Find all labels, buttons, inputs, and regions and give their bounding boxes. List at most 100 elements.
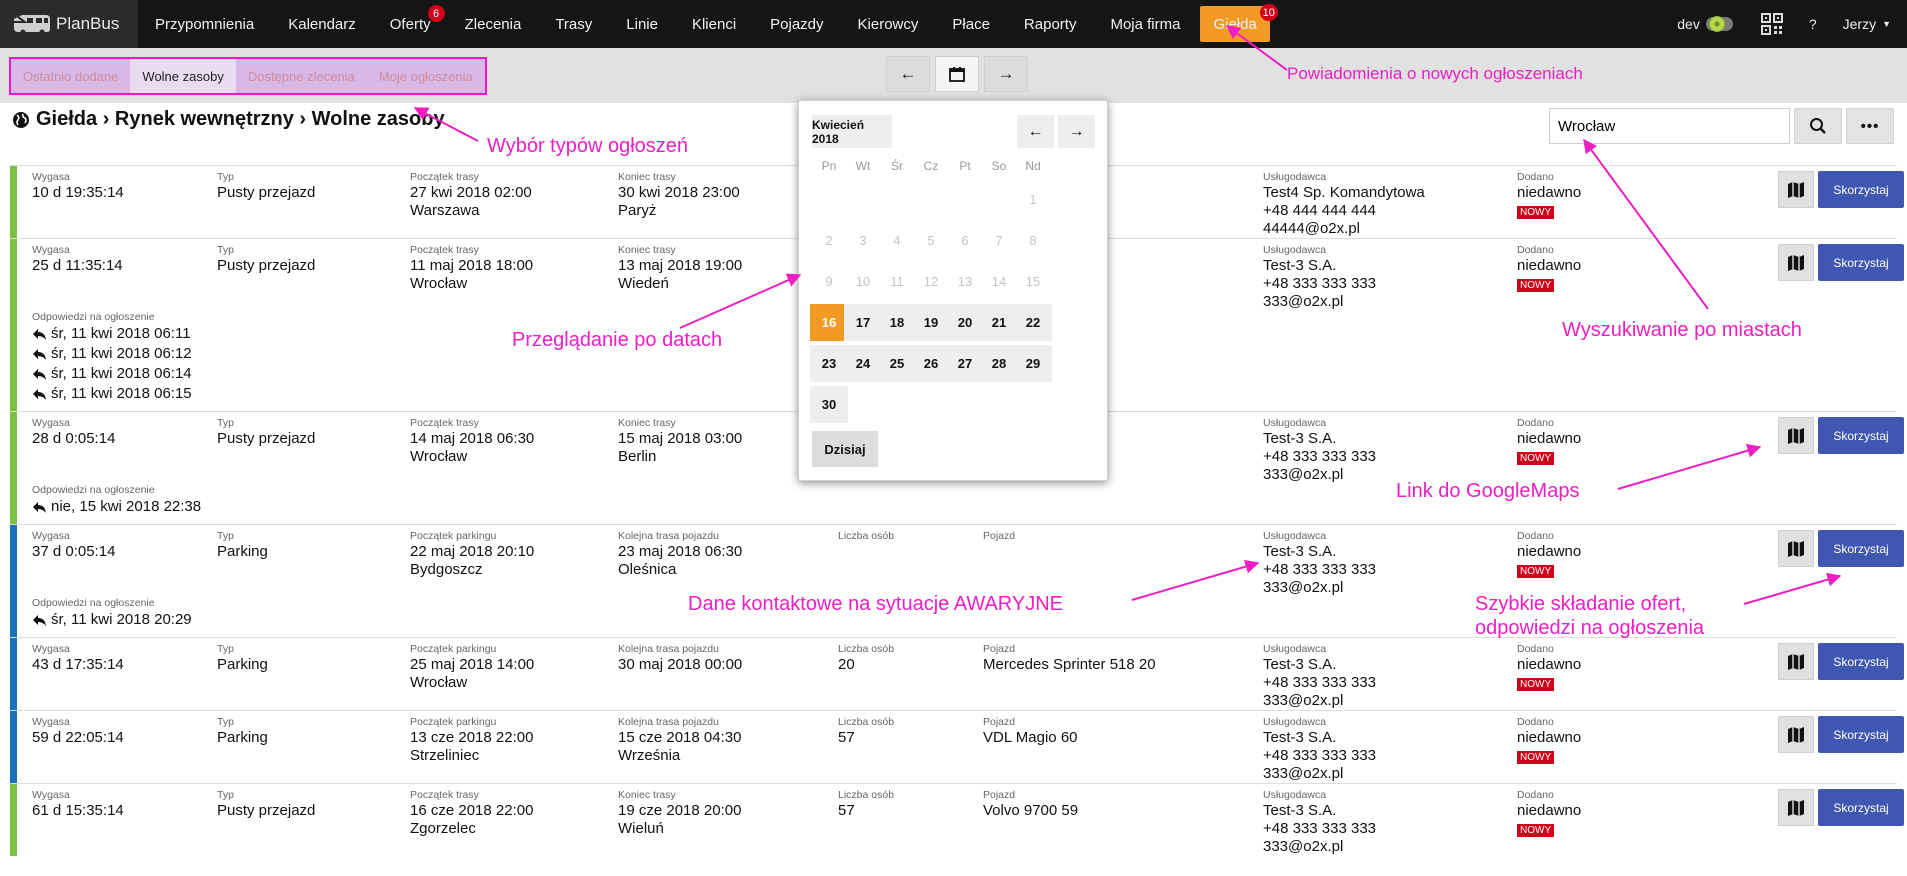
- annotation-types: Wybór typów ogłoszeń: [487, 135, 689, 157]
- row-type-indicator: [10, 784, 17, 856]
- google-maps-button[interactable]: [1778, 530, 1814, 567]
- next-date-button[interactable]: →: [984, 56, 1028, 92]
- nav-item-linie[interactable]: Linie: [609, 0, 675, 48]
- calendar-next-month[interactable]: →: [1058, 115, 1095, 148]
- calendar-day[interactable]: 20: [946, 304, 984, 341]
- type-cell-value: Pusty przejazd: [217, 430, 316, 447]
- calendar-day[interactable]: 18: [878, 304, 916, 341]
- nav-item-pojazdy[interactable]: Pojazdy: [753, 0, 840, 48]
- nav-item-płace[interactable]: Płace: [935, 0, 1007, 48]
- qr-code-button[interactable]: [1748, 0, 1796, 48]
- nav-item-klienci[interactable]: Klienci: [675, 0, 753, 48]
- end-cell: Kolejna trasa pojazdu 23 maj 2018 06:30 Ol…: [618, 530, 742, 579]
- nav-item-kalendarz[interactable]: Kalendarz: [271, 0, 373, 48]
- calendar-prev-month[interactable]: ←: [1017, 115, 1054, 148]
- tab-moje-ogłoszenia[interactable]: Moje ogłoszenia: [367, 59, 485, 93]
- vehicle-cell: Pojazd Volvo 9700 59: [983, 789, 1078, 820]
- calendar-day[interactable]: 22: [1014, 304, 1052, 341]
- calendar-weekday: Cz: [923, 159, 939, 173]
- tab-wolne-zasoby[interactable]: Wolne zasoby: [130, 59, 236, 93]
- calendar-day[interactable]: 25: [878, 345, 916, 382]
- calendar-day: 3: [859, 233, 867, 248]
- take-offer-button[interactable]: Skorzystaj: [1818, 789, 1904, 826]
- calendar-day[interactable]: 27: [946, 345, 984, 382]
- google-maps-button[interactable]: [1778, 643, 1814, 680]
- reply-icon: [33, 501, 46, 513]
- user-menu[interactable]: Jerzy ▼: [1830, 0, 1907, 48]
- search-button[interactable]: [1794, 108, 1842, 144]
- start-cell: Początek trasy 27 kwi 2018 02:00 Warszawa: [410, 171, 532, 220]
- more-options-button[interactable]: •••: [1846, 108, 1894, 144]
- env-switch[interactable]: dev: [1664, 0, 1748, 48]
- calendar-toggle-button[interactable]: [935, 56, 979, 92]
- google-maps-button[interactable]: [1778, 244, 1814, 281]
- start-cell-value: 25 maj 2018 14:00: [410, 656, 535, 673]
- provider-cell-value: 333@o2x.pl: [1263, 765, 1344, 782]
- nav-item-zlecenia[interactable]: Zlecenia: [448, 0, 539, 48]
- row-type-indicator: [10, 638, 17, 710]
- nav-item-label: Linie: [626, 15, 658, 33]
- type-cell-value: Parking: [217, 543, 268, 560]
- google-maps-button[interactable]: [1778, 417, 1814, 454]
- calendar-month-button[interactable]: Kwiecień 2018: [812, 115, 892, 148]
- vehicle-cell: Pojazd VDL Magio 60: [983, 716, 1078, 747]
- expires-cell-label: Wygasa: [32, 643, 70, 655]
- new-badge-wrap: NOWY: [1517, 561, 1581, 579]
- start-cell-value: Wrocław: [410, 275, 468, 292]
- google-maps-button[interactable]: [1778, 789, 1814, 826]
- calendar-day[interactable]: 30: [810, 386, 848, 423]
- replies-label: Odpowiedzi na ogłoszenie: [32, 484, 155, 496]
- arrow-left-icon: ←: [899, 64, 917, 83]
- take-offer-button[interactable]: Skorzystaj: [1818, 244, 1904, 281]
- tab-ostatnio-dodane[interactable]: Ostatnio dodane: [11, 59, 130, 93]
- expires-cell-label: Wygasa: [32, 789, 70, 801]
- end-cell-label: Koniec trasy: [618, 417, 676, 429]
- provider-cell-value: +48 333 333 333: [1263, 747, 1377, 764]
- calendar-today-button[interactable]: Dzisiaj: [812, 431, 878, 467]
- tab-dostępne-zlecenia[interactable]: Dostępne zlecenia: [236, 59, 367, 93]
- arrow-right-icon: →: [1068, 122, 1085, 140]
- added-cell-label: Dodano: [1517, 417, 1554, 429]
- calendar-day[interactable]: 21: [980, 304, 1018, 341]
- google-maps-button[interactable]: [1778, 171, 1814, 208]
- calendar-day[interactable]: 23: [810, 345, 848, 382]
- take-offer-button[interactable]: Skorzystaj: [1818, 530, 1904, 567]
- city-search-input[interactable]: [1549, 108, 1790, 144]
- calendar-day[interactable]: 19: [912, 304, 950, 341]
- nav-item-giełda[interactable]: Giełda 10: [1200, 4, 1278, 42]
- reply-item[interactable]: nie, 15 kwi 2018 22:38: [32, 497, 1897, 517]
- provider-cell-value: Test-3 S.A.: [1263, 543, 1337, 560]
- brand-logo[interactable]: PlanBus: [0, 0, 138, 48]
- google-maps-button[interactable]: [1778, 716, 1814, 753]
- provider-cell-value: 333@o2x.pl: [1263, 293, 1344, 310]
- calendar-day[interactable]: 29: [1014, 345, 1052, 382]
- provider-cell-label: Usługodawca: [1263, 530, 1327, 542]
- calendar-day: 1: [1029, 192, 1037, 207]
- calendar-day[interactable]: 28: [980, 345, 1018, 382]
- new-badge: NOWY: [1517, 565, 1555, 578]
- take-offer-button[interactable]: Skorzystaj: [1818, 171, 1904, 208]
- seats-cell: Liczba osób 57: [838, 789, 894, 820]
- seats-cell-label: Liczba osób: [838, 643, 895, 655]
- calendar-day[interactable]: 26: [912, 345, 950, 382]
- calendar-day[interactable]: 24: [844, 345, 882, 382]
- type-cell: Typ Pusty przejazd: [217, 789, 315, 820]
- nav-item-kierowcy[interactable]: Kierowcy: [841, 0, 936, 48]
- nav-item-trasy[interactable]: Trasy: [538, 0, 609, 48]
- start-cell-value: 22 maj 2018 20:10: [410, 543, 535, 560]
- take-offer-button[interactable]: Skorzystaj: [1818, 417, 1904, 454]
- take-offer-button[interactable]: Skorzystaj: [1818, 643, 1904, 680]
- take-offer-button[interactable]: Skorzystaj: [1818, 716, 1904, 753]
- calendar-day: 12: [923, 274, 939, 289]
- row-fields: Wygasa 43 d 17:35:14 Typ Parking Początek pa…: [20, 638, 1904, 710]
- arrow-left-icon: ←: [1027, 122, 1044, 140]
- table-row: Wygasa 59 d 22:05:14 Typ Parking Początek pa…: [10, 710, 1904, 783]
- calendar-day[interactable]: 17: [844, 304, 882, 341]
- prev-date-button[interactable]: ←: [886, 56, 930, 92]
- nav-item-moja-firma[interactable]: Moja firma: [1093, 0, 1197, 48]
- help-button[interactable]: ?: [1796, 0, 1830, 48]
- nav-item-raporty[interactable]: Raporty: [1007, 0, 1094, 48]
- calendar-day[interactable]: 16: [810, 304, 848, 341]
- nav-item-przypomnienia[interactable]: Przypomnienia: [138, 0, 271, 48]
- nav-item-oferty[interactable]: Oferty 6: [373, 0, 448, 48]
